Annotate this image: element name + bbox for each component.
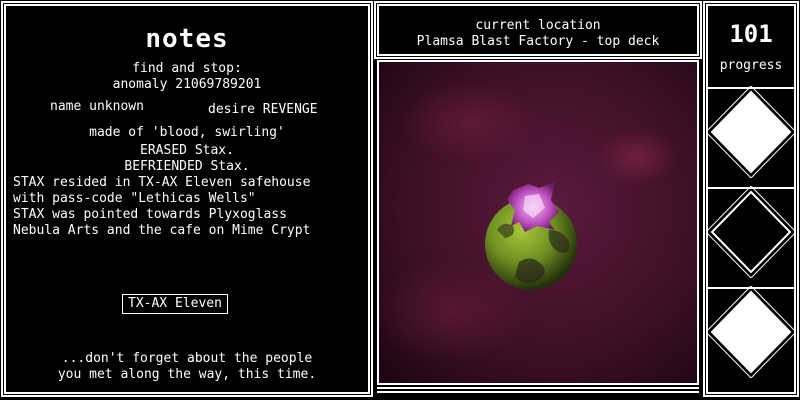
location-tag-button[interactable]: TX-AX Eleven [122,294,228,314]
notes-title: notes [145,24,229,54]
befriended-note: BEFRIENDED Stax. [124,159,250,174]
anomaly-id: anomaly 21069789201 [112,77,262,92]
log-line: with pass-code "Lethicas Wells" [13,191,256,206]
footer-line: ...don't forget about the people [61,351,313,366]
progress-diamond-filled [708,86,794,178]
nebula-glow [597,129,677,185]
footer-line: you met along the way, this time. [57,367,317,382]
find-label: find and stop: [132,61,242,76]
viewport-divider [377,387,699,393]
location-heading: current location [475,18,601,33]
progress-diamond-filled [708,286,794,378]
name-field: name unknown [50,99,144,114]
location-name: Plamsa Blast Factory - top deck [416,34,660,49]
made-of-field: made of 'blood, swirling' [89,125,285,140]
progress-panel: 101 progress [705,3,797,395]
log-line: Nebula Arts and the cafe on Mime Crypt [13,223,311,238]
progress-value: 101 [729,20,773,48]
log-line: STAX resided in TX-AX Eleven safehouse [13,175,311,190]
progress-diamond-empty [708,186,794,278]
erased-note: ERASED Stax. [140,143,234,158]
scene-canvas [379,62,697,383]
progress-label: progress [719,58,783,73]
notes-panel: notes find and stop: anomaly 21069789201… [3,3,371,395]
scene-viewport[interactable] [377,60,699,385]
location-panel: current location Plamsa Blast Factory - … [376,3,700,57]
desire-field: desire REVENGE [208,102,318,117]
log-line: STAX was pointed towards Plyxoglass [13,207,287,222]
nebula-glow [399,82,539,162]
